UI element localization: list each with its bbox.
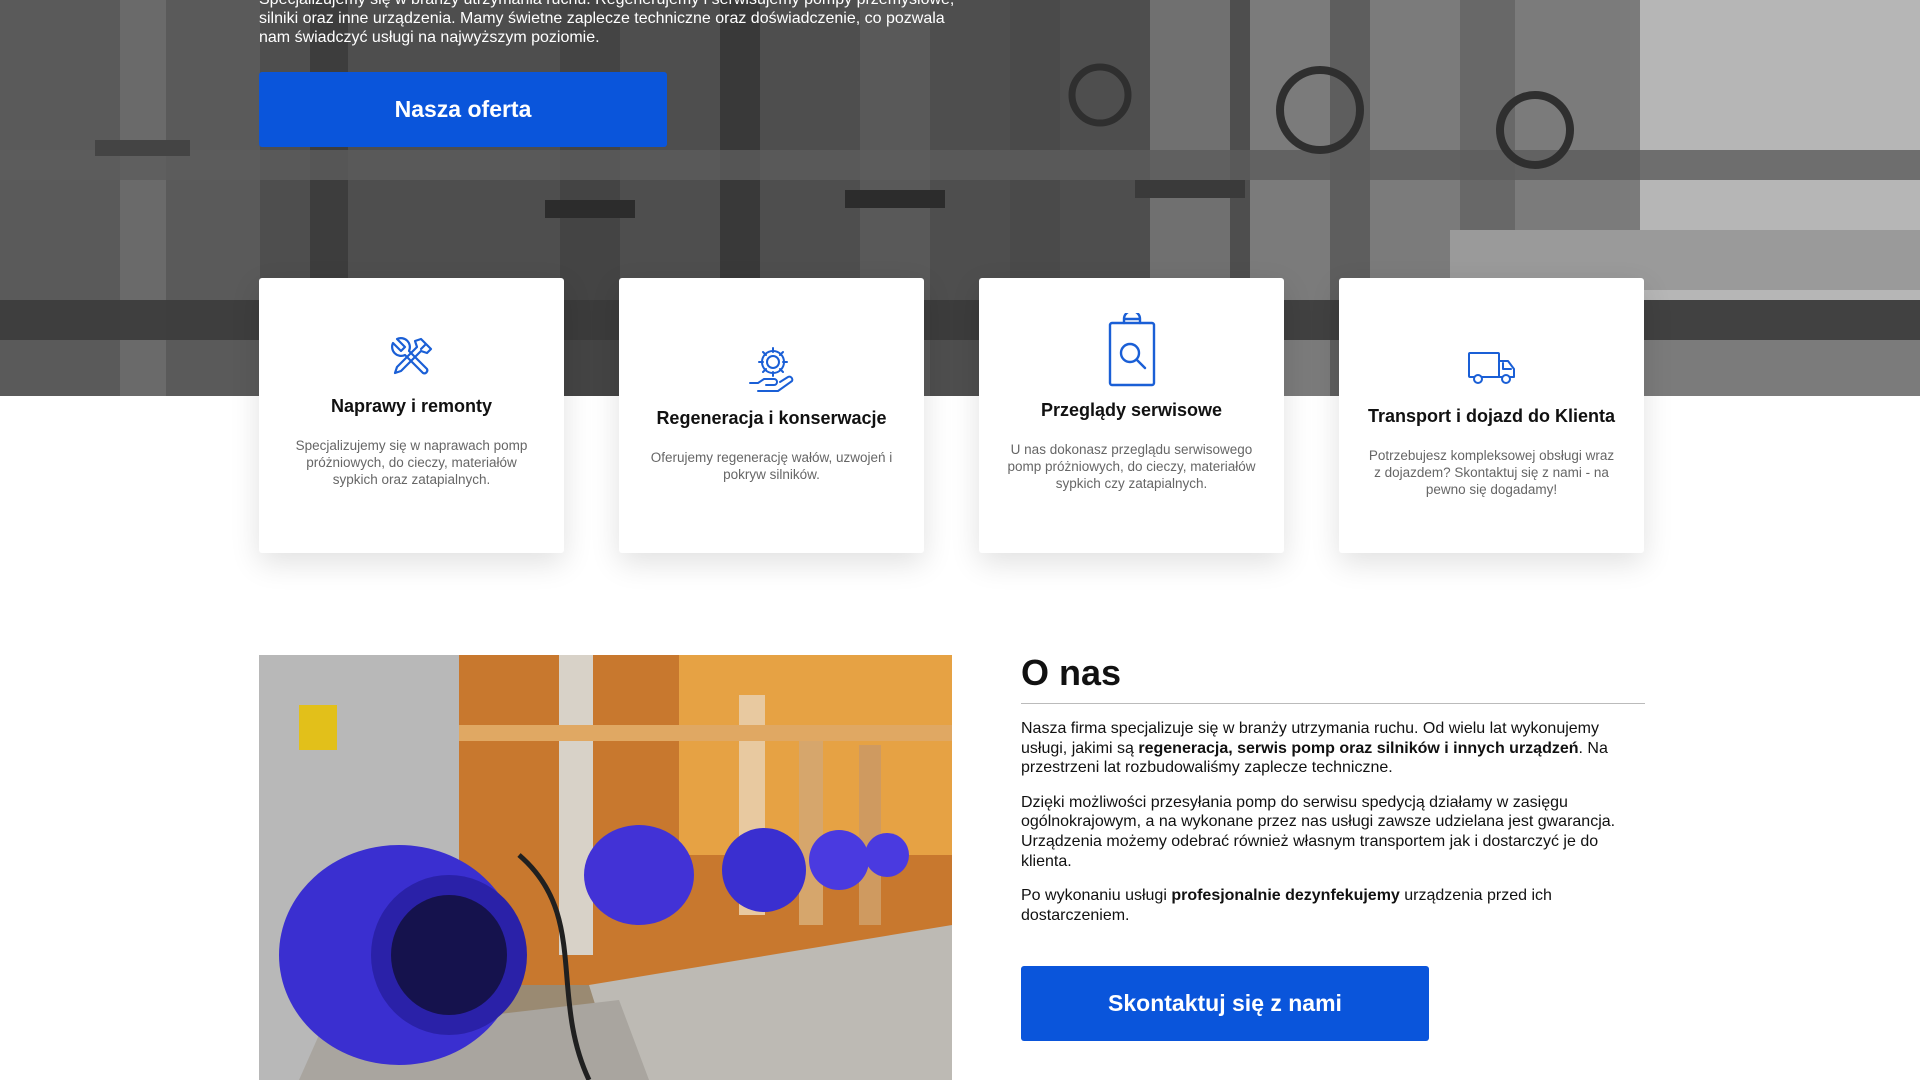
service-card-inspections[interactable]: Przeglądy serwisowe U nas dokonasz przeg… — [979, 278, 1284, 553]
our-offer-button[interactable]: Nasza oferta — [259, 72, 667, 147]
hero-line-1: Specjalizujemy się w branży utrzymania r… — [259, 0, 969, 9]
card-title: Transport i dojazd do Klienta — [1367, 406, 1616, 426]
service-card-repairs[interactable]: Naprawy i remonty Specjalizujemy się w n… — [259, 278, 564, 553]
tools-icon — [387, 330, 437, 386]
clipboard-search-icon — [1107, 312, 1157, 390]
service-card-transport[interactable]: Transport i dojazd do Klienta Potrzebuje… — [1339, 278, 1644, 553]
highlight-text: profesjonalnie dezynfekujemy — [1171, 887, 1400, 905]
card-text: U nas dokonasz przeglądu serwisowego pom… — [1007, 442, 1256, 491]
about-paragraph-1: Nasza firma specjalizuje się w branży ut… — [1021, 719, 1631, 778]
hero-line-3: nam świadczyć usługi na najwyższym pozio… — [259, 29, 600, 46]
about-paragraph-3: Po wykonaniu usługi profesjonalnie dezyn… — [1021, 886, 1631, 925]
card-title: Przeglądy serwisowe — [1040, 400, 1223, 420]
about-text: Nasza firma specjalizuje się w branży ut… — [1021, 719, 1631, 940]
divider — [1021, 703, 1645, 704]
truck-icon — [1467, 340, 1517, 396]
pump-room-photo — [259, 655, 952, 1080]
hero-description: Specjalizujemy się w branży utrzymania r… — [259, 0, 969, 47]
service-card-regeneration[interactable]: Regeneracja i konserwacje Oferujemy rege… — [619, 278, 924, 553]
gear-hand-icon — [746, 342, 798, 398]
card-text: Specjalizujemy się w naprawach pomp próż… — [295, 438, 528, 487]
card-title: Regeneracja i konserwacje — [656, 408, 887, 428]
text: Po wykonaniu usługi — [1021, 887, 1172, 905]
highlight-text: regeneracja, serwis pomp oraz silników i… — [1138, 739, 1579, 757]
about-title: O nas — [1021, 652, 1122, 693]
card-title: Naprawy i remonty — [330, 396, 493, 416]
about-paragraph-2: Dzięki możliwości przesyłania pomp do se… — [1021, 793, 1616, 870]
card-text: Oferujemy regenerację wałów, uzwojeń i p… — [650, 450, 893, 482]
hero-line-2: silniki oraz inne urządzenia. Mamy świet… — [259, 10, 945, 27]
contact-us-button[interactable]: Skontaktuj się z nami — [1021, 966, 1429, 1041]
card-text: Potrzebujesz kompleksowej obsługi wraz z… — [1368, 448, 1615, 497]
